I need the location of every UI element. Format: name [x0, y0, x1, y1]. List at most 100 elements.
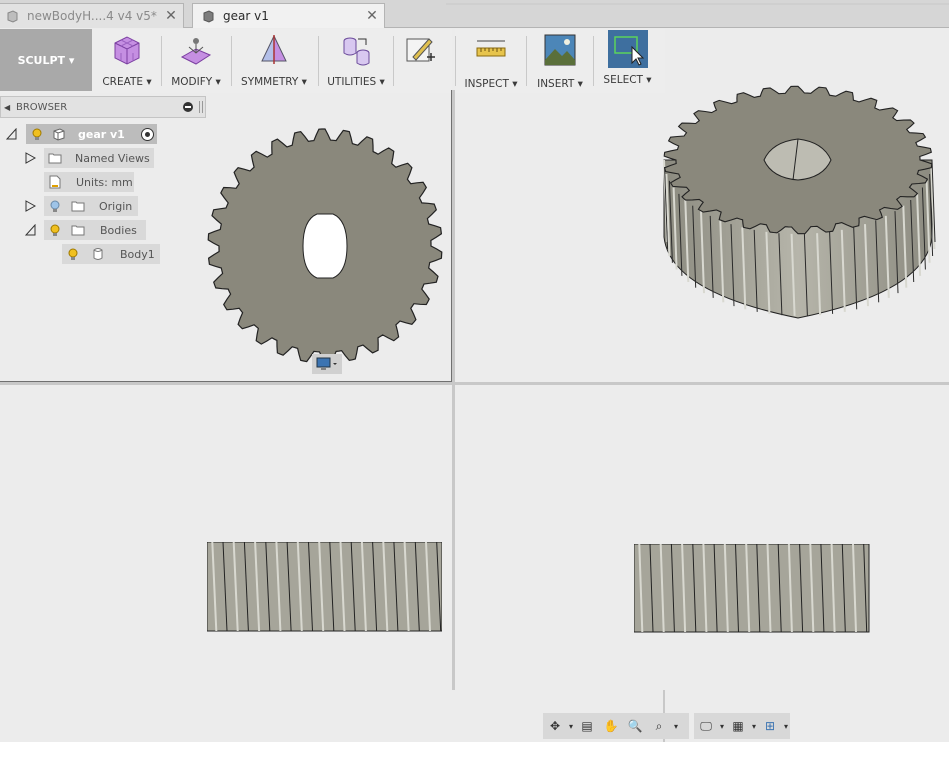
browser-title: BROWSER — [16, 101, 68, 113]
expand-closed-icon[interactable] — [25, 152, 36, 164]
edit-sketch-icon — [403, 33, 437, 67]
toolbar-divider — [318, 36, 319, 86]
folder-icon — [71, 199, 85, 213]
viewport-splitter-horizontal[interactable] — [0, 382, 949, 385]
edit-sketch-button[interactable] — [400, 33, 440, 91]
inspect-menu[interactable]: INSPECT ▾ — [462, 33, 520, 91]
select-menu[interactable]: SELECT ▾ — [600, 30, 655, 91]
zoom-dropdown-icon[interactable]: ▾ — [671, 715, 681, 737]
display-settings-button[interactable] — [312, 354, 342, 374]
orbit-dropdown-icon[interactable]: ▾ — [567, 715, 575, 737]
toolbar-divider — [231, 36, 232, 86]
tree-item-bodies[interactable]: Bodies — [44, 220, 146, 240]
workspace-switcher[interactable]: SCULPT ▾ — [0, 29, 92, 91]
expand-open-icon[interactable] — [6, 128, 17, 140]
grid-icon[interactable]: ▦ — [726, 715, 750, 737]
orbit-icon[interactable]: ✥ — [543, 715, 567, 737]
tab-label: newBodyH....4 v4 v5* — [27, 9, 157, 23]
tree-item-origin[interactable]: Origin — [44, 196, 138, 216]
display-settings-icon[interactable]: 🖵 — [694, 715, 718, 737]
gear-perspective-view[interactable] — [660, 82, 936, 322]
utilities-icon — [339, 33, 373, 67]
viewports-icon[interactable]: ⊞ — [758, 715, 782, 737]
insert-menu[interactable]: INSERT ▾ — [533, 33, 587, 91]
tree-item-named-views[interactable]: Named Views — [44, 148, 154, 168]
pan-hand-icon[interactable]: ✋ — [599, 715, 623, 737]
tree-label: Origin — [99, 199, 133, 213]
fusion-window: newBodyH....4 v4 v5* ✕ gear v1 ✕ SCULPT … — [0, 0, 949, 765]
folder-icon — [71, 223, 85, 237]
close-icon[interactable]: ✕ — [163, 8, 179, 24]
document-settings-icon — [48, 175, 62, 189]
tree-root-gear[interactable]: gear v1 — [26, 124, 157, 144]
select-label: SELECT ▾ — [603, 74, 652, 86]
visibility-bulb-icon[interactable] — [30, 127, 44, 141]
inspect-label: INSPECT ▾ — [464, 78, 518, 90]
close-icon[interactable]: ✕ — [364, 8, 380, 24]
symmetry-menu[interactable]: SYMMETRY ▾ — [240, 33, 308, 91]
gear-right-view[interactable] — [634, 544, 870, 634]
look-at-icon[interactable]: ▤ — [575, 715, 599, 737]
gear-top-view[interactable] — [205, 128, 445, 364]
measure-ruler-icon — [474, 33, 508, 67]
minimize-icon[interactable] — [183, 102, 193, 112]
document-icon — [6, 9, 19, 23]
activate-radio-icon[interactable] — [141, 127, 154, 141]
modify-label: MODIFY ▾ — [171, 76, 221, 88]
expand-open-icon[interactable] — [25, 224, 36, 236]
insert-label: INSERT ▾ — [537, 78, 583, 90]
insert-image-icon — [543, 33, 577, 67]
component-icon — [52, 127, 66, 141]
workspace-label: SCULPT — [17, 53, 66, 67]
tab-document-1[interactable]: newBodyH....4 v4 v5* ✕ — [0, 3, 184, 28]
create-menu[interactable]: CREATE ▾ — [101, 33, 153, 91]
tree-label: Body1 — [120, 247, 155, 261]
fit-zoom-icon[interactable]: ⌕ — [647, 715, 671, 737]
gear-bore — [302, 213, 348, 279]
panel-grip-icon[interactable] — [199, 101, 203, 113]
folder-icon — [48, 151, 62, 165]
tree-item-body1[interactable]: Body1 — [62, 244, 160, 264]
toolbar-divider — [526, 36, 527, 86]
monitor-icon — [316, 357, 337, 370]
document-tab-bar: newBodyH....4 v4 v5* ✕ gear v1 ✕ — [0, 0, 949, 28]
collapse-triangle-icon[interactable]: ◀ — [4, 103, 14, 112]
tab-bar-line — [446, 3, 949, 5]
tree-label: Bodies — [100, 223, 137, 237]
tree-label: Named Views — [75, 151, 150, 165]
create-cube-icon — [110, 33, 144, 67]
utilities-label: UTILITIES ▾ — [327, 76, 385, 88]
toolbar-divider — [593, 36, 594, 86]
toolbar-divider — [455, 36, 456, 86]
grid-dropdown-icon[interactable]: ▾ — [750, 715, 758, 737]
toolbar-divider — [161, 36, 162, 86]
tab-document-2[interactable]: gear v1 ✕ — [192, 3, 385, 28]
gear-front-view[interactable] — [207, 542, 442, 632]
status-strip — [0, 742, 949, 765]
viewports-dropdown-icon[interactable]: ▾ — [782, 715, 790, 737]
utilities-menu[interactable]: UTILITIES ▾ — [327, 33, 385, 91]
tree-label-gear: gear v1 — [78, 127, 125, 141]
visibility-bulb-off-icon[interactable] — [48, 199, 62, 213]
visibility-bulb-icon[interactable] — [66, 247, 80, 261]
select-icon — [607, 30, 648, 68]
symmetry-icon — [257, 33, 291, 67]
visibility-bulb-icon[interactable] — [48, 223, 62, 237]
modify-menu[interactable]: MODIFY ▾ — [170, 33, 222, 91]
navigation-bar: ✥ ▾ ▤ ✋ 🔍 ⌕ ▾ — [543, 713, 689, 739]
display-bar: 🖵 ▾ ▦ ▾ ⊞ ▾ — [694, 713, 790, 739]
zoom-icon[interactable]: 🔍 — [623, 715, 647, 737]
tree-label: Units: mm — [76, 175, 133, 189]
tab-label: gear v1 — [223, 9, 269, 23]
body-icon — [91, 247, 105, 261]
browser-panel-header[interactable]: ◀ BROWSER — [0, 96, 206, 118]
tree-item-units[interactable]: Units: mm — [44, 172, 134, 192]
expand-closed-icon[interactable] — [25, 200, 36, 212]
toolbar-divider — [393, 36, 394, 86]
document-icon — [202, 9, 215, 23]
symmetry-label: SYMMETRY ▾ — [241, 76, 307, 88]
modify-icon — [179, 33, 213, 67]
display-dropdown-icon[interactable]: ▾ — [718, 715, 726, 737]
viewport-splitter-vertical[interactable] — [452, 90, 455, 690]
create-label: CREATE ▾ — [102, 76, 152, 88]
